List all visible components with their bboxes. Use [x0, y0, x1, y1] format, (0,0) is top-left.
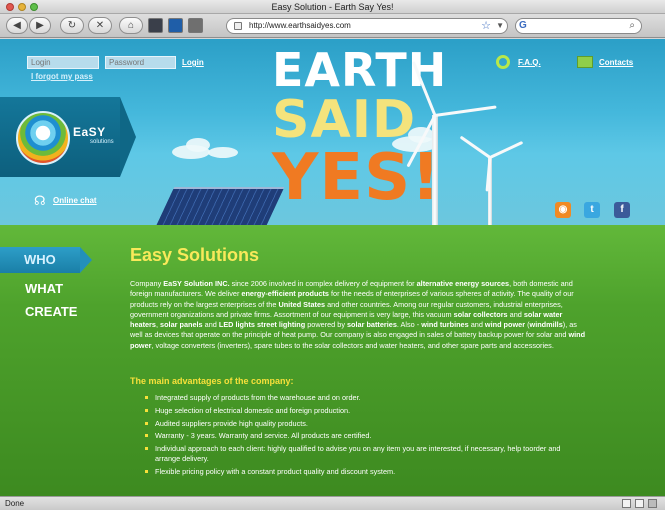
- forward-button[interactable]: ▶: [29, 17, 51, 34]
- advantages-list: Integrated supply of products from the w…: [145, 393, 565, 480]
- close-window-icon[interactable]: [6, 3, 14, 11]
- lifebuoy-icon[interactable]: [496, 55, 510, 69]
- cloud-shape: [208, 147, 238, 158]
- url-text: http://www.earthsaidyes.com: [249, 21, 351, 30]
- stop-button[interactable]: ✕: [88, 17, 112, 34]
- magnifier-icon[interactable]: ⌕: [629, 19, 635, 33]
- window-titlebar: Easy Solution - Earth Say Yes!: [0, 0, 665, 14]
- company-description: Company EaSY Solution INC. since 2006 in…: [130, 279, 586, 350]
- turbine-blade: [489, 140, 524, 159]
- who-tab-arrow: [80, 247, 92, 273]
- chevron-down-icon[interactable]: ▼: [496, 19, 504, 33]
- solar-panel-icon: [155, 187, 285, 225]
- home-icon: ⌂: [127, 20, 135, 31]
- bookmark-star-icon[interactable]: ☆: [481, 19, 491, 33]
- list-item: Huge selection of electrical domestic an…: [145, 406, 565, 416]
- page-title: Easy Solutions: [130, 245, 260, 265]
- resize-grip-icon[interactable]: [648, 499, 657, 508]
- reload-icon: ↻: [67, 20, 77, 31]
- contacts-link[interactable]: Contacts: [599, 58, 633, 67]
- browser-toolbar: ◀ ▶ ↻ ✕ ⌂ http://www.earthsaidyes.com ☆ …: [0, 14, 665, 38]
- wind-turbine-icon: [432, 115, 438, 225]
- advantages-title: The main advantages of the company:: [130, 376, 294, 386]
- list-item: Flexible pricing policy with a constant …: [145, 467, 565, 477]
- stop-icon: ✕: [95, 20, 105, 31]
- popup-icon[interactable]: [635, 499, 644, 508]
- password-field[interactable]: [105, 56, 176, 69]
- map-icon[interactable]: [577, 56, 593, 68]
- turbine-blade: [459, 135, 491, 159]
- rss-icon[interactable]: ◉: [555, 202, 571, 218]
- login-link[interactable]: Login: [182, 58, 204, 67]
- window-title: Easy Solution - Earth Say Yes!: [271, 2, 394, 12]
- list-item: Individual approach to each client: high…: [145, 444, 565, 464]
- main-content: WHO WHAT CREATE Easy Solutions Company E…: [0, 225, 665, 496]
- address-bar[interactable]: http://www.earthsaidyes.com ☆ ▼: [226, 18, 508, 34]
- online-chat-link[interactable]: Online chat: [53, 196, 97, 205]
- sidebar-item-what[interactable]: WHAT: [25, 281, 63, 296]
- zoom-window-icon[interactable]: [30, 3, 38, 11]
- list-item: Audited suppliers provide high quality p…: [145, 419, 565, 429]
- security-icon[interactable]: [622, 499, 631, 508]
- logo-emblem-icon[interactable]: [16, 111, 70, 165]
- sidebar-item-who[interactable]: WHO: [0, 247, 80, 273]
- bookmarks-icon[interactable]: [148, 18, 163, 33]
- sidebar-toggle-icon[interactable]: [168, 18, 183, 33]
- logo-text: EaSY: [73, 125, 106, 139]
- status-text: Done: [5, 499, 25, 508]
- site-header: Login I forgot my pass EaSY solutions ☊ …: [0, 39, 665, 225]
- search-input[interactable]: G ⌕: [515, 18, 642, 34]
- forgot-password-link[interactable]: I forgot my pass: [31, 72, 93, 81]
- forward-arrow-icon: ▶: [36, 20, 44, 31]
- logo-arrow: [120, 97, 136, 177]
- list-item: Warranty - 3 years. Warranty and service…: [145, 431, 565, 441]
- sidebar-item-create[interactable]: CREATE: [25, 304, 77, 319]
- google-icon[interactable]: G: [519, 19, 527, 33]
- status-bar: Done: [0, 496, 665, 510]
- logo-subtext: solutions: [90, 139, 114, 145]
- twitter-icon[interactable]: t: [584, 202, 600, 218]
- headset-icon: ☊: [34, 193, 46, 208]
- back-arrow-icon: ◀: [13, 20, 21, 31]
- login-field[interactable]: [27, 56, 99, 69]
- list-item: Integrated supply of products from the w…: [145, 393, 565, 403]
- back-button[interactable]: ◀: [6, 17, 28, 34]
- minimize-window-icon[interactable]: [18, 3, 26, 11]
- turbine-blade: [434, 105, 497, 117]
- facebook-icon[interactable]: f: [614, 202, 630, 218]
- cloud-shape: [186, 138, 210, 152]
- headline-earth: EARTH: [272, 43, 448, 97]
- favicon-icon: [234, 22, 242, 30]
- home-button[interactable]: ⌂: [119, 17, 143, 34]
- sidebar-item-label: WHO: [24, 252, 56, 267]
- reload-button[interactable]: ↻: [60, 17, 84, 34]
- tag-icon[interactable]: [188, 18, 203, 33]
- faq-link[interactable]: F.A.Q.: [518, 58, 541, 67]
